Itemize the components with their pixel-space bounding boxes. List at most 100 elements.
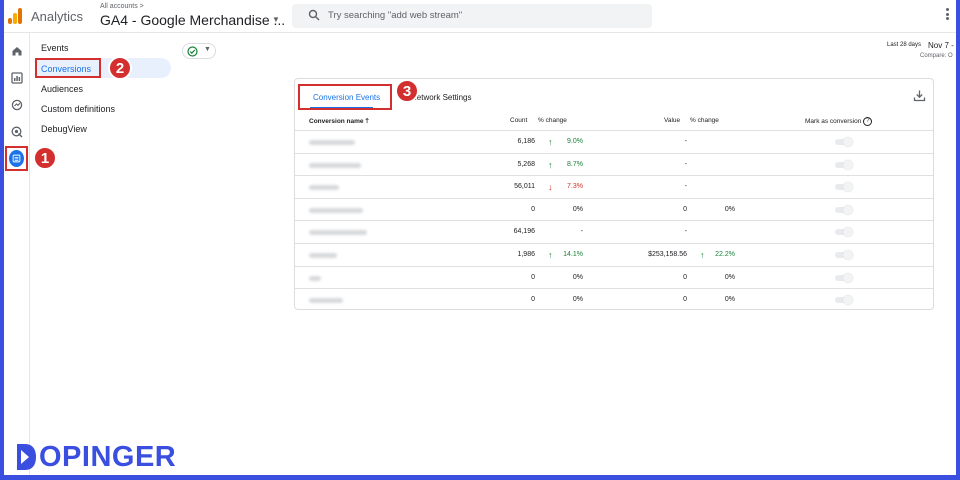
caret-down-icon: ▼	[204, 46, 211, 53]
redacted-conversion-name	[309, 140, 355, 145]
mark-as-conversion-toggle[interactable]	[835, 159, 853, 170]
annotation-badge-1: 1	[33, 146, 57, 170]
redacted-conversion-name	[309, 298, 343, 304]
search-bar[interactable]: Try searching "add web stream"	[292, 4, 652, 28]
mark-as-conversion-header-label: Mark as conversion	[805, 118, 862, 126]
date-range-picker[interactable]: Nov 7 -	[928, 41, 954, 50]
explore-icon[interactable]	[8, 96, 25, 113]
column-header-value-change[interactable]: % change	[690, 117, 719, 124]
app-frame: Analytics All accounts > GA4 - Google Me…	[4, 0, 956, 475]
value-cell: 0	[683, 296, 687, 304]
redacted-conversion-name	[309, 230, 367, 236]
status-check-dropdown[interactable]: ▼	[182, 43, 216, 59]
value-cell: -	[684, 183, 687, 191]
value-cell: 0	[683, 273, 687, 281]
conversions-highlight-box	[35, 58, 101, 78]
mark-as-conversion-toggle[interactable]	[835, 227, 853, 238]
more-vert-icon[interactable]	[944, 8, 950, 22]
count-change-cell: 9.0%	[567, 138, 583, 145]
count-change-cell: -	[580, 228, 583, 236]
toggle-knob	[843, 137, 853, 147]
watermark-text: OPINGER	[39, 440, 177, 473]
column-header-mark-as-conversion: Mark as conversion?	[805, 117, 873, 126]
subnav-item-events[interactable]: Events	[41, 43, 69, 53]
count-change-cell: 14.1%	[563, 251, 583, 258]
mark-as-conversion-toggle[interactable]	[835, 272, 853, 283]
tab-network-settings[interactable]: Network Settings	[411, 93, 471, 102]
download-icon[interactable]	[913, 89, 926, 102]
redacted-conversion-name	[309, 185, 339, 191]
count-change-cell: 8.7%	[567, 160, 583, 168]
table-row[interactable]: 1,986 ↑ 14.1% $253,158.56 ↑ 22.2%	[295, 244, 933, 267]
search-icon	[308, 9, 320, 21]
annotation-badge-3: 3	[395, 79, 419, 103]
table-row[interactable]: 5,268 ↑ 8.7% -	[295, 154, 933, 177]
value-cell: $253,158.56	[648, 251, 687, 258]
table-row[interactable]: 56,011 ↓ 7.3% -	[295, 176, 933, 199]
annotation-badge-2: 2	[108, 56, 132, 80]
count-cell: 64,196	[513, 228, 535, 236]
column-header-conversion-name[interactable]: Conversion name 🡑	[309, 117, 369, 128]
value-cell: -	[684, 160, 687, 168]
redacted-conversion-name	[309, 207, 363, 213]
analytics-logo-icon[interactable]	[8, 8, 22, 24]
conversions-card: Conversion Events Network Settings Conve…	[294, 78, 934, 310]
caret-down-icon[interactable]: ▼	[272, 15, 280, 24]
top-bar: Analytics All accounts > GA4 - Google Me…	[4, 0, 956, 33]
table-row[interactable]: 64,196 - -	[295, 221, 933, 244]
mark-as-conversion-toggle[interactable]	[835, 204, 853, 215]
toggle-knob	[843, 159, 853, 170]
count-cell: 0	[531, 273, 535, 281]
redacted-conversion-name	[309, 162, 361, 168]
table-row[interactable]: 6,186 ↑ 9.0% -	[295, 131, 933, 154]
value-change-cell: 22.2%	[715, 251, 735, 258]
mark-as-conversion-toggle[interactable]	[835, 250, 853, 260]
toggle-knob	[843, 250, 853, 260]
table-row[interactable]: 0 0% 0 0%	[295, 267, 933, 290]
toggle-knob	[843, 295, 853, 306]
advertising-icon[interactable]	[8, 123, 25, 140]
subnav-item-custom-definitions[interactable]: Custom definitions	[41, 104, 115, 114]
toggle-knob	[843, 204, 853, 215]
help-icon[interactable]: ?	[863, 117, 873, 126]
mark-as-conversion-toggle[interactable]	[835, 137, 853, 147]
count-cell: 56,011	[514, 183, 535, 191]
toggle-knob	[843, 272, 853, 283]
sort-arrow-up-icon: 🡑	[365, 118, 369, 125]
breadcrumb[interactable]: All accounts >	[100, 3, 144, 10]
toggle-knob	[843, 227, 853, 238]
count-change-cell: 7.3%	[567, 183, 583, 191]
home-icon[interactable]	[8, 42, 25, 59]
count-change-cell: 0%	[572, 273, 583, 281]
column-header-value[interactable]: Value	[664, 117, 680, 124]
admin-nav-highlight[interactable]	[5, 146, 28, 171]
count-cell: 5,268	[517, 160, 535, 168]
column-header-count[interactable]: Count	[510, 117, 527, 124]
property-selector[interactable]: GA4 - Google Merchandise ...	[100, 12, 285, 28]
count-cell: 6,186	[517, 138, 535, 145]
conversion-events-highlight-box	[298, 84, 392, 110]
conversion-name-header-label: Conversion name	[309, 118, 364, 125]
value-cell: -	[684, 228, 687, 236]
subnav-item-audiences[interactable]: Audiences	[41, 84, 83, 94]
value-change-cell: 0%	[724, 205, 735, 213]
mark-as-conversion-toggle[interactable]	[835, 182, 853, 193]
toggle-knob	[843, 182, 853, 193]
count-cell: 1,986	[517, 251, 535, 258]
table-row[interactable]: 0 0% 0 0%	[295, 289, 933, 309]
table-row[interactable]: 0 0% 0 0%	[295, 199, 933, 222]
left-rail	[4, 33, 30, 475]
value-change-cell: 0%	[724, 296, 735, 304]
value-cell: -	[684, 138, 687, 145]
admin-configure-icon[interactable]	[9, 150, 24, 167]
reports-icon[interactable]	[8, 69, 25, 86]
count-change-cell: 0%	[572, 296, 583, 304]
subnav-item-debugview[interactable]: DebugView	[41, 124, 87, 134]
check-circle-icon	[187, 46, 198, 57]
count-cell: 0	[531, 296, 535, 304]
column-header-count-change[interactable]: % change	[538, 117, 567, 124]
search-placeholder: Try searching "add web stream"	[328, 10, 463, 21]
app-title: Analytics	[31, 9, 84, 24]
mark-as-conversion-toggle[interactable]	[835, 295, 853, 306]
dopinger-watermark: OPINGER	[15, 441, 176, 473]
